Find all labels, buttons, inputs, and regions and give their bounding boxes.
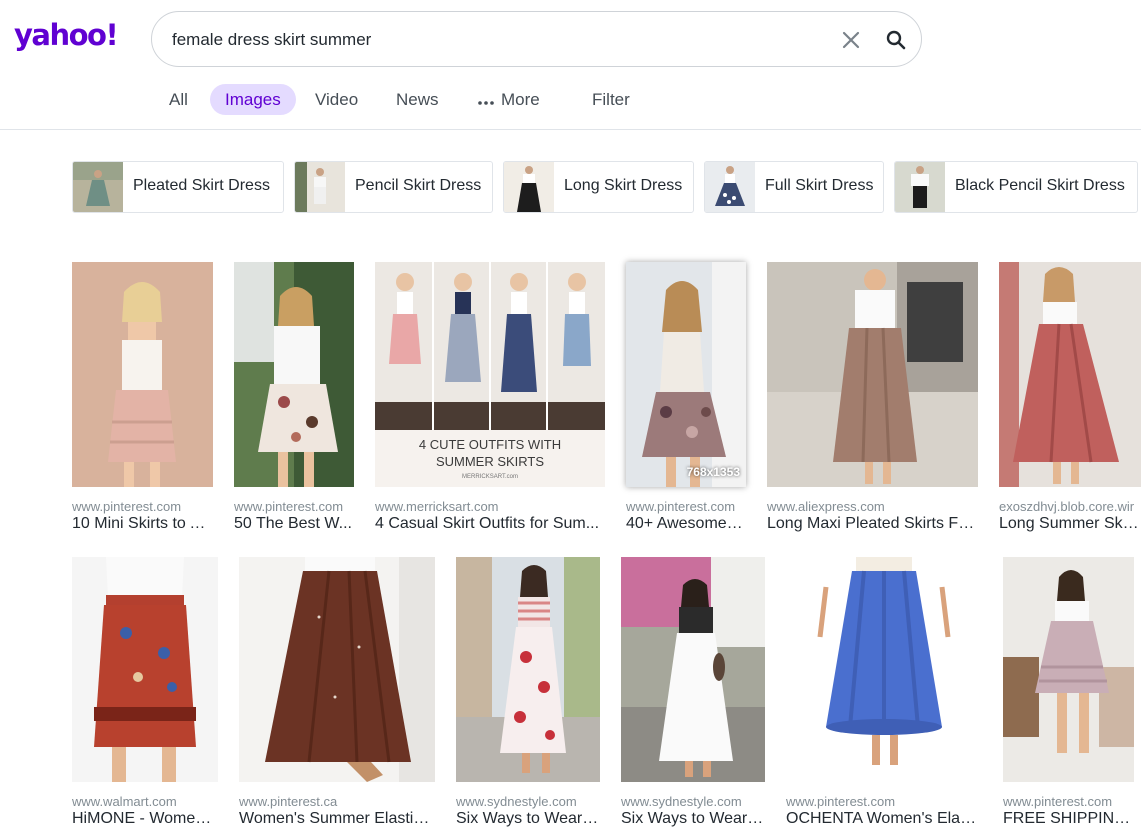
related-chip-pencil[interactable]: Pencil Skirt Dress xyxy=(294,161,493,213)
related-chip-long[interactable]: Long Skirt Dress xyxy=(503,161,694,213)
more-dots-icon xyxy=(477,85,495,116)
result-title[interactable]: Six Ways to Wear ... xyxy=(456,810,600,828)
image-result[interactable]: www.walmart.com HiMONE - Women'... xyxy=(72,557,219,835)
image-result[interactable]: 4 CUTE OUTFITS WITH SUMMER SKIRTS MERRIC… xyxy=(375,262,606,537)
overlay-text: 4 CUTE OUTFITS WITH SUMMER SKIRTS xyxy=(418,437,562,469)
image-result[interactable]: www.pinterest.com 50 The Best W... xyxy=(234,262,355,537)
tab-images[interactable]: Images xyxy=(210,84,296,115)
result-source: www.pinterest.com xyxy=(72,499,182,514)
tab-video[interactable]: Video xyxy=(315,84,358,115)
result-title[interactable]: HiMONE - Women'... xyxy=(72,810,218,828)
watermark: MERRICKSART.com xyxy=(462,474,518,480)
tab-all[interactable]: All xyxy=(169,84,188,115)
image-dimensions: 768x1353 xyxy=(686,465,740,479)
result-thumbnail xyxy=(999,262,1141,487)
chip-thumbnail xyxy=(705,162,755,212)
chip-thumbnail xyxy=(504,162,554,212)
result-thumbnail xyxy=(1003,557,1134,782)
result-thumbnail xyxy=(72,262,213,487)
result-title[interactable]: Women's Summer Elastic ... xyxy=(239,810,435,828)
result-title[interactable]: Long Maxi Pleated Skirts Fo... xyxy=(767,515,978,533)
image-result[interactable]: exoszdhvj.blob.core.wir Long Summer Skir… xyxy=(999,262,1141,537)
result-title[interactable]: 40+ Awesome I... xyxy=(626,515,746,533)
result-source: www.sydnestyle.com xyxy=(621,794,742,809)
result-source: www.aliexpress.com xyxy=(767,499,885,514)
close-icon xyxy=(842,31,860,49)
vertical-tabs: All Images Video News More Filter xyxy=(0,84,1141,116)
related-chip-pleated[interactable]: Pleated Skirt Dress xyxy=(72,161,284,213)
result-thumbnail xyxy=(72,557,218,782)
search-icon xyxy=(886,30,906,50)
related-chip-black-pencil[interactable]: Black Pencil Skirt Dress xyxy=(894,161,1138,213)
chip-thumbnail xyxy=(895,162,945,212)
search-box xyxy=(151,11,922,67)
tab-more-label: More xyxy=(501,90,540,109)
image-result[interactable]: www.aliexpress.com Long Maxi Pleated Ski… xyxy=(767,262,979,537)
chip-label: Pencil Skirt Dress xyxy=(355,177,482,194)
result-source: www.pinterest.com xyxy=(234,499,344,514)
search-button[interactable] xyxy=(885,29,907,51)
result-thumbnail: 768x1353 xyxy=(626,262,746,487)
image-result[interactable]: www.pinterest.com OCHENTA Women's Elast.… xyxy=(786,557,983,835)
result-title[interactable]: Long Summer Skirts xyxy=(999,515,1141,533)
result-source: www.pinterest.com xyxy=(1003,794,1113,809)
image-result[interactable]: www.sydnestyle.com Six Ways to Wear ... xyxy=(456,557,601,835)
result-source: www.merricksart.com xyxy=(375,499,499,514)
result-title[interactable]: Six Ways to Wear ... xyxy=(621,810,765,828)
chip-label: Full Skirt Dress xyxy=(765,177,874,194)
chip-thumbnail xyxy=(73,162,123,212)
image-result[interactable]: www.pinterest.com FREE SHIPPING ... xyxy=(1003,557,1141,835)
image-result[interactable]: www.pinterest.ca Women's Summer Elastic … xyxy=(239,557,436,835)
yahoo-logo[interactable]: yahoo! xyxy=(14,18,119,52)
result-source: exoszdhvj.blob.core.wir xyxy=(999,499,1135,514)
result-title[interactable]: FREE SHIPPING ... xyxy=(1003,810,1134,828)
chip-thumbnail xyxy=(295,162,345,212)
result-source: www.pinterest.com xyxy=(786,794,896,809)
result-thumbnail xyxy=(456,557,600,782)
tab-news[interactable]: News xyxy=(396,84,439,115)
image-result[interactable]: 768x1353 www.pinterest.com 40+ Awesome I… xyxy=(626,262,747,537)
header-divider xyxy=(0,129,1141,130)
image-result[interactable]: www.pinterest.com 10 Mini Skirts to A... xyxy=(72,262,214,537)
result-source: www.pinterest.ca xyxy=(239,794,338,809)
result-title[interactable]: 10 Mini Skirts to A... xyxy=(72,515,213,533)
chip-label: Long Skirt Dress xyxy=(564,177,683,194)
clear-button[interactable] xyxy=(840,29,862,51)
result-thumbnail: 4 CUTE OUTFITS WITH SUMMER SKIRTS MERRIC… xyxy=(375,262,605,487)
chip-label: Pleated Skirt Dress xyxy=(133,177,270,194)
result-source: www.sydnestyle.com xyxy=(456,794,577,809)
tab-more[interactable]: More xyxy=(477,84,540,115)
search-input[interactable] xyxy=(172,27,812,53)
result-thumbnail xyxy=(786,557,982,782)
chip-label: Black Pencil Skirt Dress xyxy=(955,177,1125,194)
image-result[interactable]: www.sydnestyle.com Six Ways to Wear ... xyxy=(621,557,766,835)
result-thumbnail xyxy=(239,557,435,782)
result-thumbnail xyxy=(767,262,978,487)
result-source: www.pinterest.com xyxy=(626,499,736,514)
result-source: www.walmart.com xyxy=(72,794,177,809)
related-chip-full[interactable]: Full Skirt Dress xyxy=(704,161,884,213)
result-title[interactable]: 4 Casual Skirt Outfits for Sum... xyxy=(375,515,605,533)
result-thumbnail xyxy=(621,557,765,782)
result-title[interactable]: 50 The Best W... xyxy=(234,515,354,533)
filter-button[interactable]: Filter xyxy=(592,84,630,115)
result-title[interactable]: OCHENTA Women's Elast... xyxy=(786,810,982,828)
result-thumbnail xyxy=(234,262,354,487)
